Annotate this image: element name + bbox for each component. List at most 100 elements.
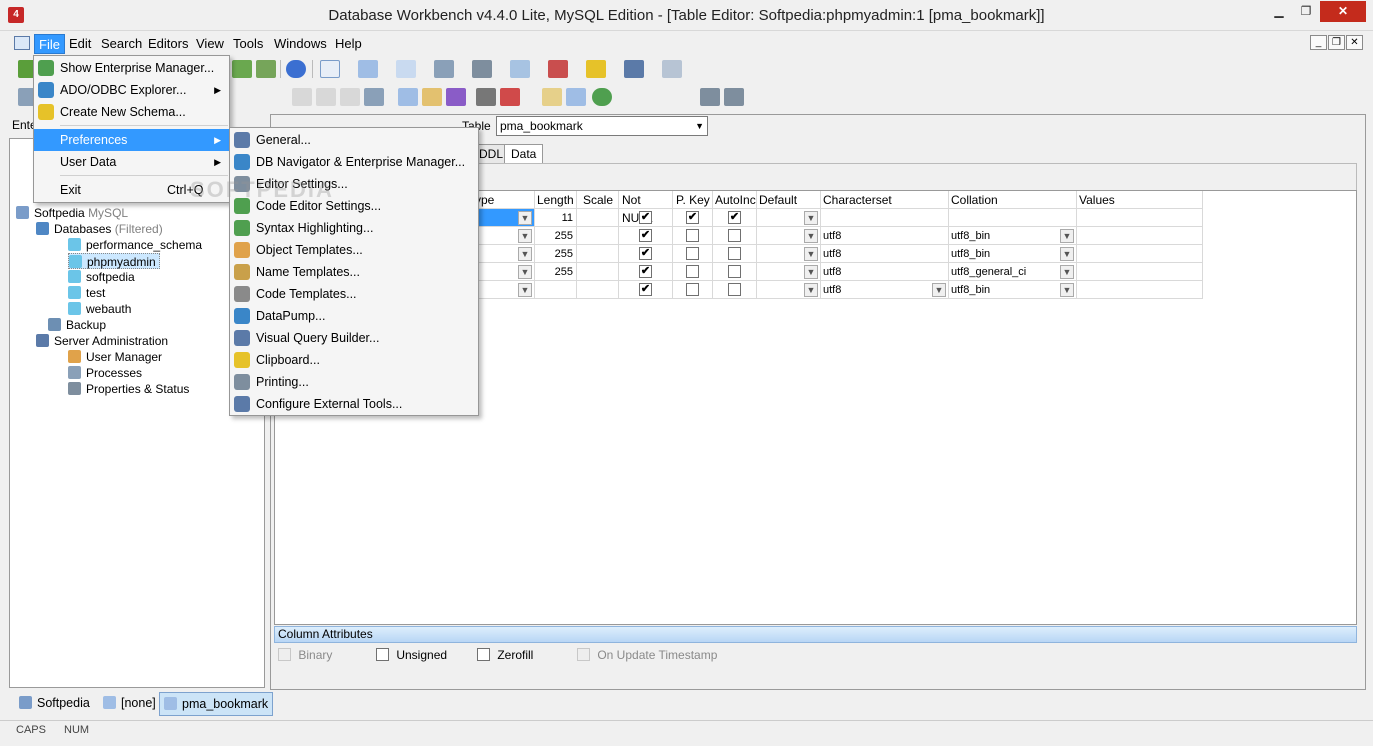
autoinc-checkbox[interactable] [728,229,741,242]
grid-cell-val[interactable] [1077,281,1203,299]
unsigned-checkbox[interactable]: Unsigned [376,648,447,664]
table-select[interactable]: pma_bookmark ▼ [496,116,708,136]
dropdown-chevron-icon[interactable]: ▼ [804,229,818,243]
menu-item-pref-10[interactable]: Clipboard... [230,349,478,371]
menu-item-preferences[interactable]: Preferences ▶ [34,129,229,151]
grid-cell-co[interactable]: utf8_bin [949,227,1077,245]
menu-item-user-data[interactable]: User Data ▶ [34,151,229,173]
grid-cell-scale[interactable] [577,227,619,245]
autoinc-checkbox[interactable] [728,247,741,260]
grid-cell-co[interactable]: utf8_bin [949,281,1077,299]
grid-cell-length[interactable]: 255 [535,245,577,263]
grid-cell-cs[interactable]: utf8 [821,227,949,245]
col-header-length[interactable]: Length [535,191,577,209]
help-icon[interactable] [286,60,306,78]
grid-cell-scale[interactable] [577,209,619,227]
dropdown-chevron-icon[interactable]: ▼ [804,247,818,261]
wand-icon[interactable] [446,88,466,106]
copy-icon[interactable] [398,88,418,106]
grid-cell-co[interactable] [949,209,1077,227]
menu-view[interactable]: View [192,34,228,54]
plug-icon[interactable] [232,60,252,78]
col-header-pkey[interactable]: P. Key [673,191,713,209]
minimize-icon[interactable]: ▁ [1266,1,1292,22]
menu-search[interactable]: Search [97,34,146,54]
autoinc-checkbox[interactable]: ✔ [728,211,741,224]
record-icon[interactable] [500,88,520,106]
menu-item-pref-8[interactable]: DataPump... [230,305,478,327]
dropdown-chevron-icon[interactable]: ▼ [804,211,818,225]
menu-item-pref-11[interactable]: Printing... [230,371,478,393]
paste-icon[interactable] [542,88,562,106]
dropdown-chevron-icon[interactable]: ▼ [804,283,818,297]
primary-key-checkbox[interactable] [686,283,699,296]
menu-file[interactable]: File [34,34,65,54]
col-header-type[interactable]: ype [473,191,535,209]
tree-node-database[interactable]: softpedia [68,269,135,285]
grid-cell-length[interactable]: 255 [535,227,577,245]
tree-node-properties[interactable]: Properties & Status [68,381,189,397]
import-icon[interactable] [724,88,744,106]
tree-node-database-selected[interactable]: phpmyadmin [68,253,160,269]
dropdown-chevron-icon[interactable]: ▼ [1060,283,1074,297]
tree-node-databases[interactable]: Databases (Filtered) [36,221,163,237]
grid-cell-cs[interactable]: utf8 [821,281,949,299]
menu-item-show-enterprise-manager[interactable]: Show Enterprise Manager... [34,57,229,79]
lock-icon[interactable] [476,88,496,106]
menu-item-pref-9[interactable]: Visual Query Builder... [230,327,478,349]
menu-item-pref-12[interactable]: Configure External Tools... [230,393,478,415]
tree-node-user-manager[interactable]: User Manager [68,349,162,365]
dropdown-chevron-icon[interactable]: ▼ [1060,247,1074,261]
primary-key-checkbox[interactable] [686,247,699,260]
grid-cell-length[interactable]: 11 [535,209,577,227]
dropdown-chevron-icon[interactable]: ▼ [518,211,532,225]
tree-node-processes[interactable]: Processes [68,365,142,381]
table-editor-icon[interactable] [358,60,378,78]
col-header-values[interactable]: Values [1077,191,1203,209]
col-header-default[interactable]: Default [757,191,821,209]
tree-node-database[interactable]: test [68,285,105,301]
compare-icon[interactable] [566,88,586,106]
spell-icon[interactable] [340,88,360,106]
lightning-icon[interactable] [586,60,606,78]
gear-icon[interactable] [472,60,492,78]
not-null-checkbox[interactable]: ✔ [639,265,652,278]
mdi-restore-icon[interactable]: ❐ [1328,35,1345,50]
primary-key-checkbox[interactable]: ✔ [686,211,699,224]
grid-cell-scale[interactable] [577,281,619,299]
window-tab-active[interactable]: pma_bookmark [159,692,274,716]
autoinc-checkbox[interactable] [728,265,741,278]
menu-tools[interactable]: Tools [229,34,267,54]
menu-item-pref-1[interactable]: DB Navigator & Enterprise Manager... [230,151,478,173]
export-icon[interactable] [700,88,720,106]
grid-cell-co[interactable]: utf8_bin [949,245,1077,263]
tab-data[interactable]: Data [504,144,544,163]
window-tab[interactable]: [none] [99,692,160,716]
grid-cell-val[interactable] [1077,227,1203,245]
primary-key-checkbox[interactable] [686,229,699,242]
grid-cell-length[interactable]: 255 [535,263,577,281]
autoinc-checkbox[interactable] [728,283,741,296]
replace-icon[interactable] [316,88,336,106]
col-header-autoinc[interactable]: AutoInc [713,191,757,209]
col-header-scale[interactable]: Scale [577,191,619,209]
restore-icon[interactable]: ❐ [1293,1,1319,22]
menu-edit[interactable]: Edit [65,34,95,54]
not-null-checkbox[interactable]: ✔ [639,211,652,224]
grid-cell-cs[interactable]: utf8 [821,245,949,263]
not-null-checkbox[interactable]: ✔ [639,283,652,296]
window-tab[interactable]: Softpedia [15,692,94,716]
grid-cell-scale[interactable] [577,263,619,281]
grid-cell-val[interactable] [1077,263,1203,281]
grid-cell-cs[interactable]: utf8 [821,263,949,281]
dropdown-chevron-icon[interactable]: ▼ [1060,229,1074,243]
db-navigator-tree[interactable]: Softpedia MySQL Databases (Filtered) per… [9,138,265,688]
dropdown-chevron-icon[interactable]: ▼ [518,283,532,297]
col-header-collation[interactable]: Collation [949,191,1077,209]
dropdown-chevron-icon[interactable]: ▼ [804,265,818,279]
book-icon[interactable] [422,88,442,106]
globe-icon[interactable] [592,88,612,106]
grid-cell-scale[interactable] [577,245,619,263]
primary-key-checkbox[interactable] [686,265,699,278]
grid-cell-cs[interactable] [821,209,949,227]
